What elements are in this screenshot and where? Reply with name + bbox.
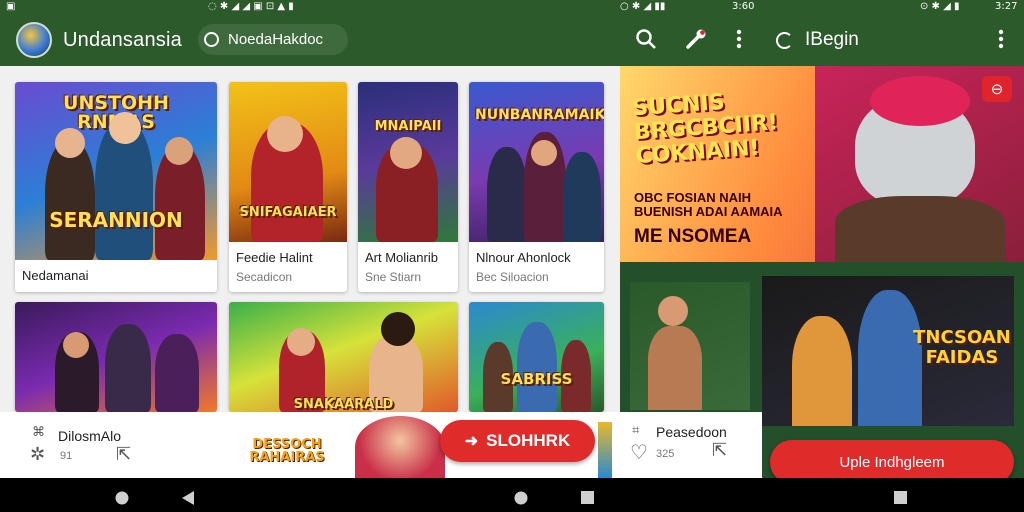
app-logo-icon[interactable] [16,22,52,58]
art-title: SNIFAGAIAER [239,205,337,220]
promo-tag: ME NSOMEA [634,226,752,247]
app-name: Undansansia [63,29,182,51]
game-card[interactable]: SNAKAARALD [229,302,458,412]
promo-badge-icon[interactable]: ⊖ [982,76,1012,102]
begin-button[interactable]: IBegin [776,29,859,51]
home-nav-icon[interactable] [114,490,130,506]
game-card-art: MNAIPAII [358,82,458,242]
recents-nav-icon[interactable] [580,490,595,505]
game-card-art: SNIFAGAIAER [229,82,347,242]
game-card-art [15,302,217,412]
game-card[interactable]: SABRISS [469,302,604,412]
card-title: Art Molianrib [365,250,438,265]
game-card-art: SABRISS [469,302,604,412]
card-subtitle: Sne Stiarn [365,270,422,284]
art-title: MNAIPAII [374,119,442,134]
art-title: NUNBANRAMAIK [475,107,604,123]
status-icons-right: ⊙ ✱ ◢ ▮ [920,1,960,12]
feature-title: TNCSOAN FAIDAS [913,327,1011,368]
hero-art [630,282,750,410]
recents-nav-icon-2[interactable] [893,490,908,505]
status-time-left: 3:60 [732,1,755,12]
character-avatar [355,416,445,478]
card-title: Feedie Halint [236,250,313,265]
primary-cta-label: Uple Indhgleem [839,453,945,471]
notification-icon: ▣ [6,1,16,12]
right-title: Peasedoon [656,424,727,440]
back-nav-icon[interactable] [181,490,195,506]
refresh-icon [776,31,793,49]
share-icon[interactable]: ⇱ [116,444,131,465]
game-card[interactable]: SNIFAGAIAER Feedie Halint Secadicon [229,82,347,292]
app-bar: Undansansia NoedaHakdoc IBegin [0,14,1024,66]
search-icon[interactable] [633,26,659,52]
mic-icon[interactable] [683,26,709,52]
share-icon[interactable]: ⇱ [712,440,727,461]
heart-icon[interactable]: ♡ [630,440,648,465]
game-card[interactable] [15,302,217,412]
game-card[interactable]: MNAIPAII Art Molianrib Sne Stiarn [358,82,458,292]
card-title: Nlnour Ahonlock [476,250,571,265]
art-title: SABRISS [500,370,573,388]
promo-subline: OBC FOSIAN NAIH BUENISH ADAI AAMAIA [634,190,783,219]
art-title: SNAKAARALD [293,397,394,412]
status-icons-left: ◌ ✱ ◢ ◢ ▣ ⊡ ▲ ▮ [208,1,294,12]
art-subtitle: SERANNION [49,208,183,232]
promo-headline: SUCNIS BRGCBCIIR! COKNAIN! [631,89,779,170]
card-title: Nedamanai [22,268,89,283]
bottom-bar: ⌘ DilosmAlo ✲ 91 ⇱ DESSOCH RAHAIRAS ➜ SL… [0,412,762,478]
left-title: DilosmAlo [58,428,122,444]
game-card[interactable]: NUNBANRAMAIK Nlnour Ahonlock Bec Siloaci… [469,82,604,292]
status-bar: ▣ ◌ ✱ ◢ ◢ ▣ ⊡ ▲ ▮ ○ ✱ ◢ ▮▮ 3:60 ⊙ ✱ ◢ ▮ … [0,0,1024,14]
card-subtitle: Bec Siloacion [476,270,549,284]
feature-card[interactable]: TNCSOAN FAIDAS [762,276,1014,426]
game-card-art: NUNBANRAMAIK [469,82,604,242]
game-card-art: SNAKAARALD [229,302,458,412]
center-cta-button[interactable]: ➜ SLOHHRK [440,420,595,462]
game-card-art: UNSTOHH RNMAS SERANNION [15,82,217,260]
more-vert-icon[interactable] [726,26,752,52]
game-card[interactable]: UNSTOHH RNMAS SERANNION Nedamanai [15,82,217,292]
chip-circle-icon [204,32,219,47]
right-count: 325 [656,448,675,460]
center-cta-label: SLOHHRK [486,431,571,450]
home-nav-icon-2[interactable] [513,490,529,506]
right-info: ⌗ Peasedoon ♡ 325 ⇱ [612,412,762,478]
game-logo: DESSOCH RAHAIRAS [249,437,325,465]
calendar-icon: ⌗ [632,422,640,437]
filter-chip[interactable]: NoedaHakdoc [198,24,348,55]
controller-icon: ⌘ [32,424,45,439]
system-nav-bar [0,478,1024,512]
status-icons-mid: ○ ✱ ◢ ▮▮ [620,1,666,12]
gear-icon[interactable]: ✲ [30,444,45,465]
begin-label: IBegin [805,29,859,50]
promo-banner[interactable]: SUCNIS BRGCBCIIR! COKNAIN! OBC FOSIAN NA… [620,66,1024,262]
more-vert-icon-right[interactable] [988,26,1014,52]
status-time-right: 3:27 [995,1,1018,12]
left-count: 91 [60,450,73,462]
card-subtitle: Secadicon [236,270,293,284]
chip-label: NoedaHakdoc [228,31,324,48]
arrow-right-icon: ➜ [464,433,479,450]
